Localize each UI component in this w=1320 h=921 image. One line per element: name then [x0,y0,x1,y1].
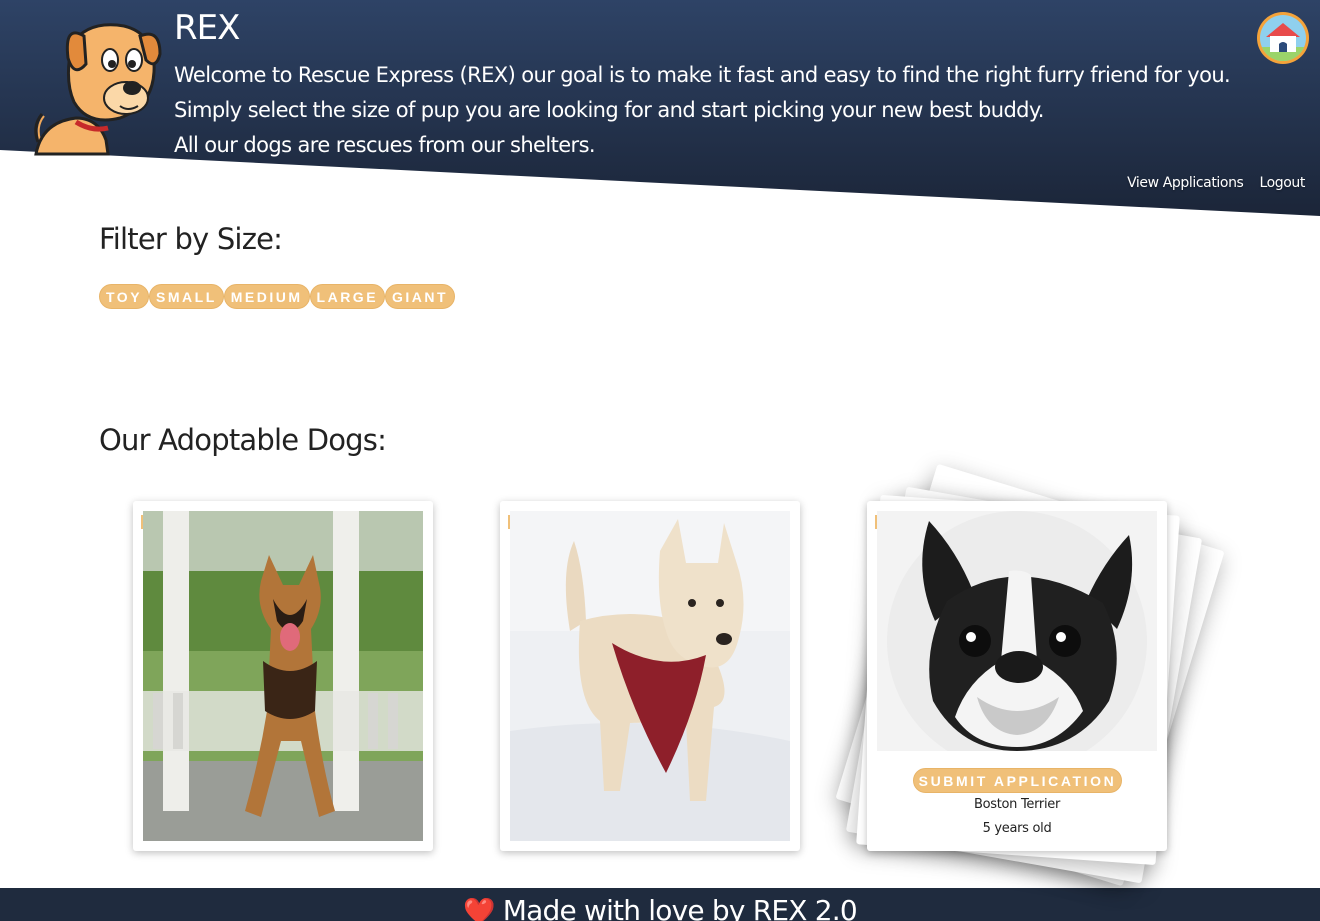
header-nav: View Applications Logout [1127,175,1305,191]
logout-link[interactable]: Logout [1259,175,1305,191]
german-shepherd-photo [143,511,423,845]
size-chip-large[interactable]: LARGE [309,284,386,309]
dog-card[interactable] [133,501,433,851]
dog-breed: Boston Terrier [973,797,1060,812]
dog-age: 5 years old [982,821,1052,836]
home-button[interactable] [1257,12,1309,64]
welcome-line: Simply select the size of pup you are lo… [174,98,1044,122]
doghouse-icon [1260,15,1306,61]
view-applications-link[interactable]: View Applications [1127,175,1244,191]
submit-application-button[interactable]: SUBMIT APPLICATION [913,768,1122,793]
welcome-line: Welcome to Rescue Express (REX) our goal… [174,63,1231,87]
footer: ❤️ Made with love by REX 2.0 [0,888,1320,921]
size-chip-toy[interactable]: TOY [99,284,150,309]
heart-icon: ❤️ [463,897,495,921]
boston-terrier-photo [877,511,1157,751]
wheaten-terrier-photo [510,511,790,845]
welcome-message: Welcome to Rescue Express (REX) our goal… [174,58,1231,163]
welcome-line: All our dogs are rescues from our shelte… [174,133,596,157]
dog-card[interactable] [500,501,800,851]
size-chip-giant[interactable]: GIANT [385,284,456,309]
dogs-section-title: Our Adoptable Dogs: [99,423,387,457]
size-chip-small[interactable]: SMALL [149,284,224,309]
footer-credit: ❤️ Made with love by REX 2.0 [0,894,1320,921]
filter-title: Filter by Size: [99,222,283,256]
size-filter-chips: TOY SMALL MEDIUM LARGE GIANT [99,284,456,309]
footer-text: Made with love by REX 2.0 [502,894,858,921]
dog-card[interactable]: SUBMIT APPLICATION Boston Terrier 5 year… [867,501,1167,851]
cartoon-dog-logo [34,23,162,156]
brand-title: REX [174,8,240,48]
size-chip-medium[interactable]: MEDIUM [223,284,310,309]
